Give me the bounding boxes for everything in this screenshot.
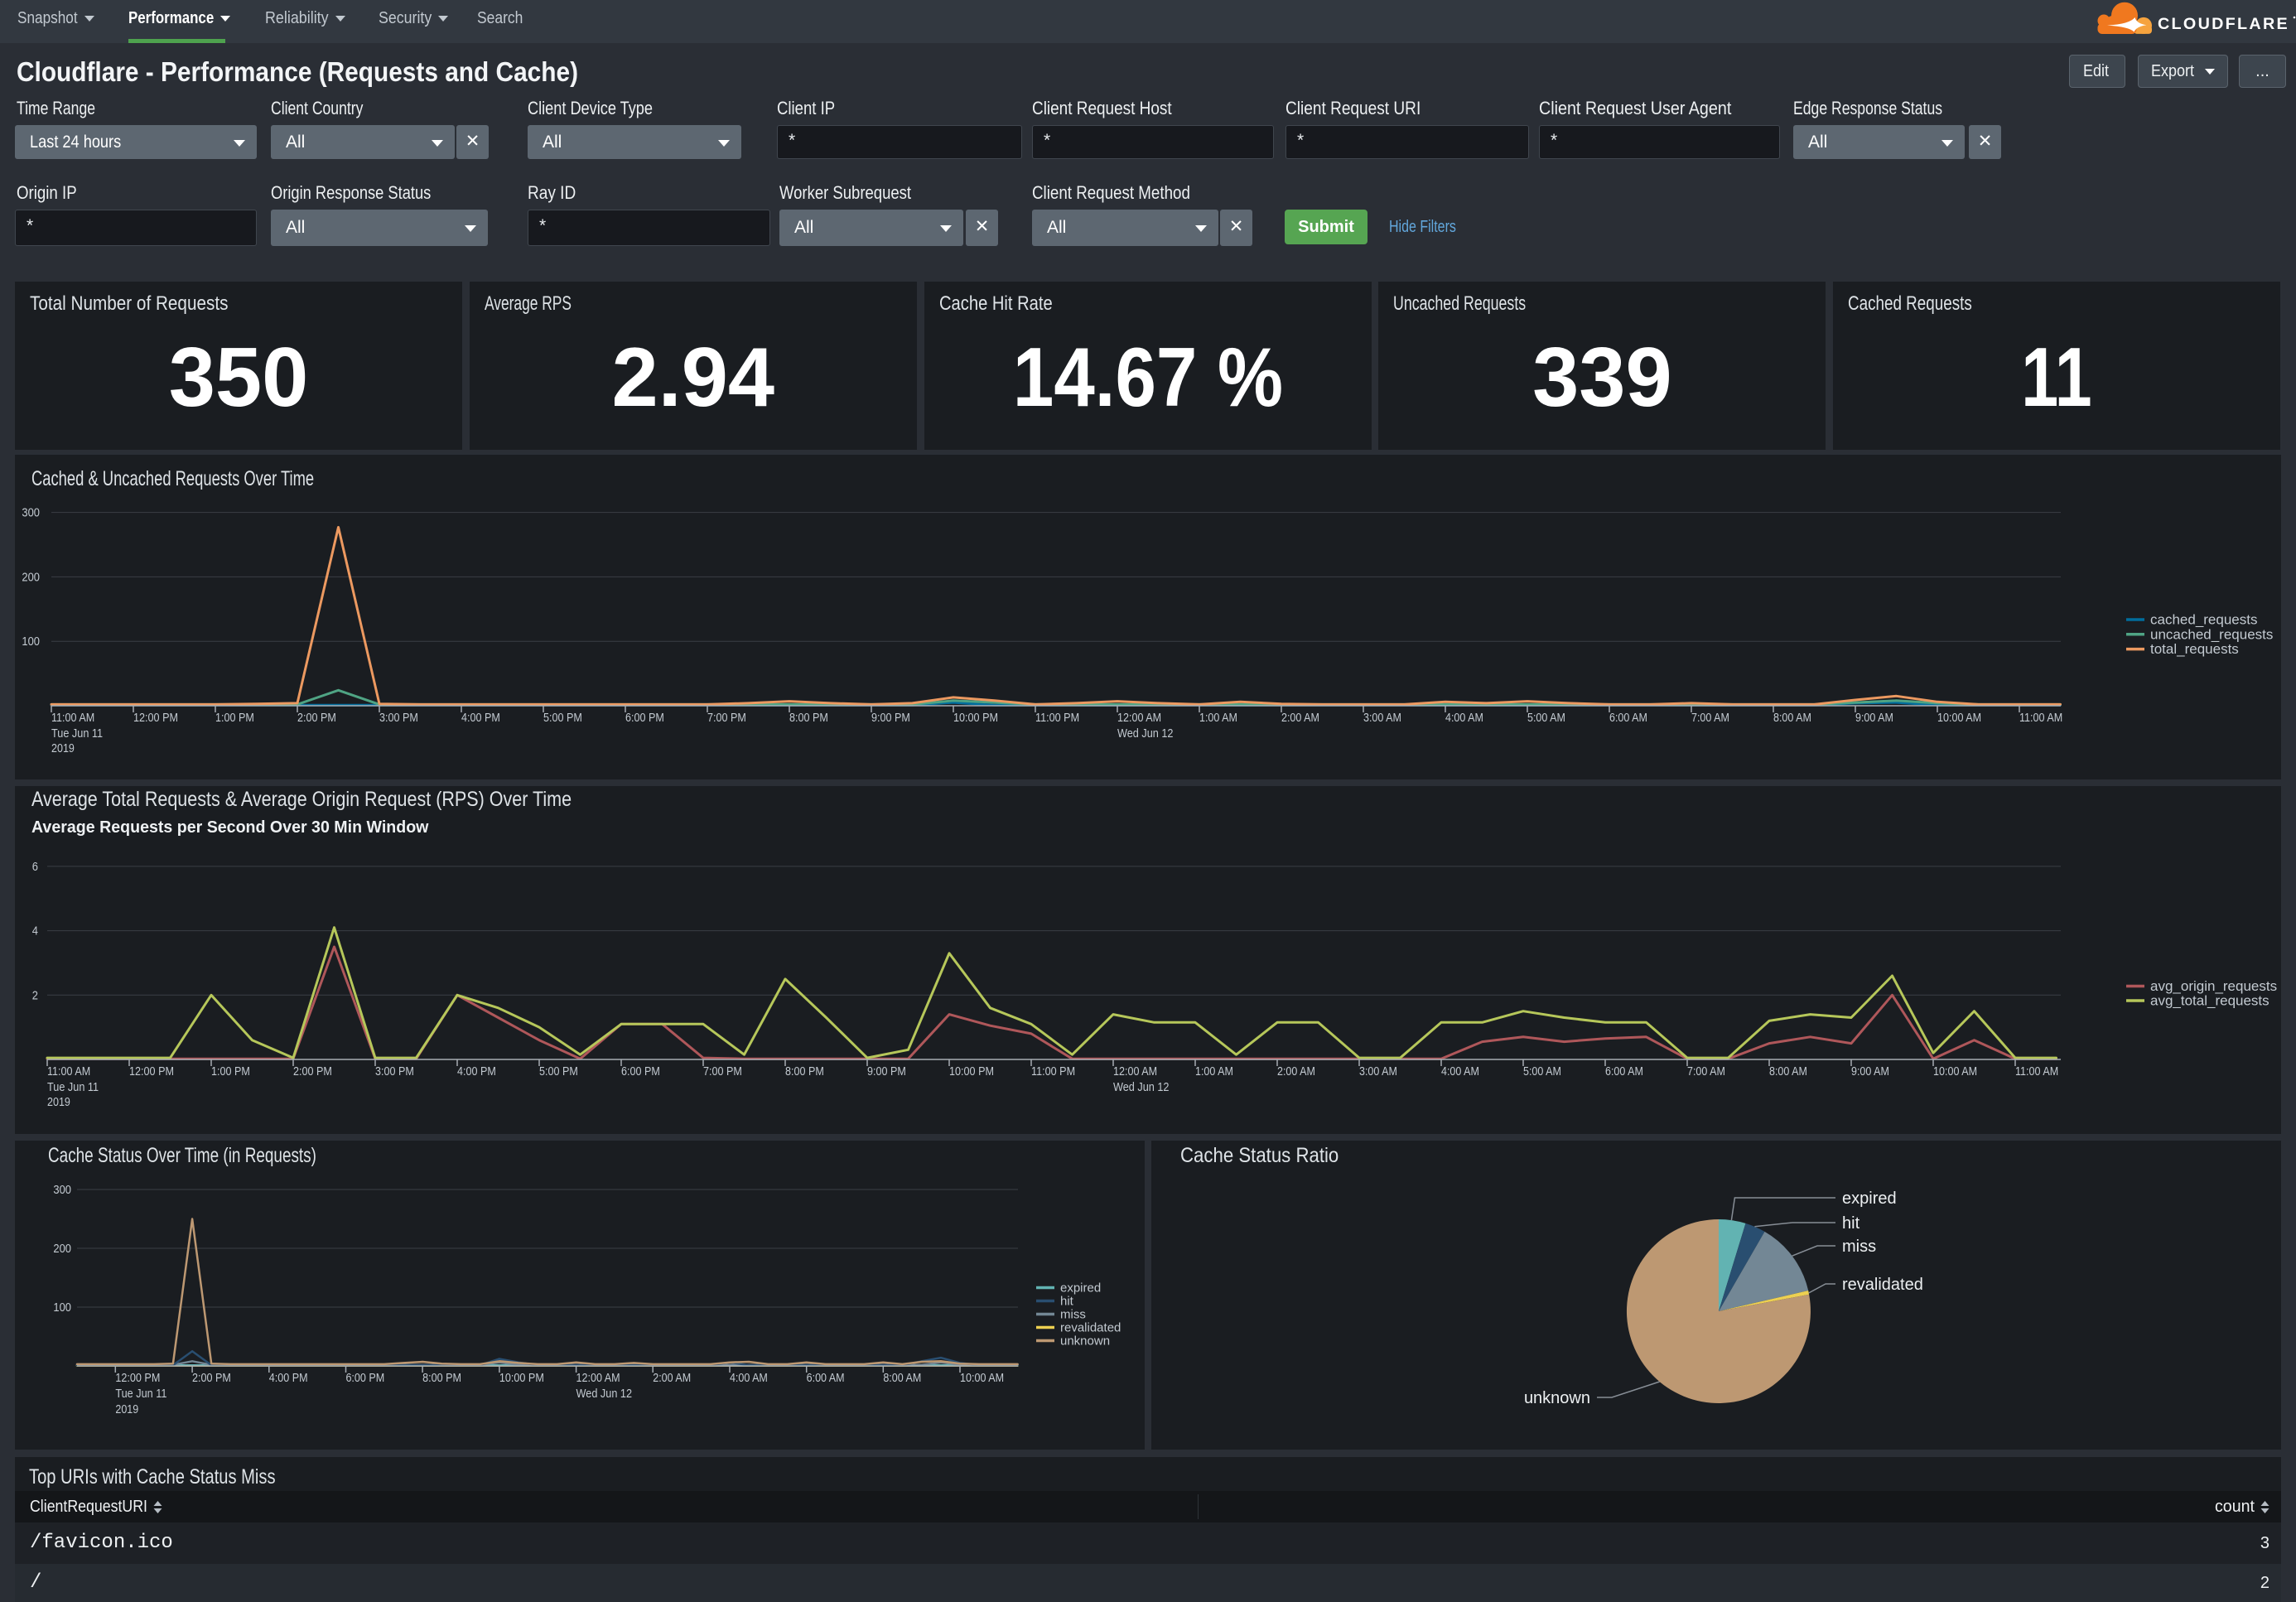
svg-text:5:00 AM: 5:00 AM [1527, 712, 1565, 725]
svg-text:8:00 AM: 8:00 AM [1773, 712, 1811, 725]
svg-text:6:00 AM: 6:00 AM [807, 1372, 845, 1385]
svg-text:cached_requests: cached_requests [2150, 612, 2257, 628]
svg-text:300: 300 [53, 1184, 71, 1197]
svg-text:6:00 PM: 6:00 PM [621, 1065, 660, 1078]
svg-text:10:00 PM: 10:00 PM [499, 1372, 544, 1385]
svg-text:1:00 PM: 1:00 PM [211, 1065, 250, 1078]
svg-text:miss: miss [1060, 1308, 1086, 1322]
svg-text:12:00 AM: 12:00 AM [1113, 1065, 1157, 1078]
svg-text:2:00 AM: 2:00 AM [1277, 1065, 1315, 1078]
svg-text:12:00 PM: 12:00 PM [129, 1065, 174, 1078]
svg-text:8:00 PM: 8:00 PM [785, 1065, 824, 1078]
svg-text:8:00 AM: 8:00 AM [1769, 1065, 1807, 1078]
svg-text:6:00 PM: 6:00 PM [625, 712, 664, 725]
svg-text:200: 200 [22, 571, 40, 584]
svg-text:6:00 AM: 6:00 AM [1609, 712, 1647, 725]
svg-text:2:00 PM: 2:00 PM [293, 1065, 332, 1078]
svg-text:Wed Jun 12: Wed Jun 12 [1113, 1081, 1170, 1094]
svg-text:4:00 AM: 4:00 AM [1445, 712, 1483, 725]
svg-text:hit: hit [1842, 1214, 1860, 1233]
svg-text:3:00 AM: 3:00 AM [1359, 1065, 1397, 1078]
svg-text:7:00 PM: 7:00 PM [707, 712, 746, 725]
svg-text:9:00 AM: 9:00 AM [1851, 1065, 1889, 1078]
svg-text:Tue Jun 11: Tue Jun 11 [51, 727, 103, 741]
svg-text:12:00 AM: 12:00 AM [1117, 712, 1161, 725]
svg-text:expired: expired [1060, 1281, 1101, 1296]
svg-text:2: 2 [32, 989, 38, 1002]
svg-text:1:00 AM: 1:00 AM [1199, 712, 1237, 725]
svg-text:4: 4 [32, 925, 38, 939]
svg-text:7:00 AM: 7:00 AM [1687, 1065, 1725, 1078]
svg-text:5:00 PM: 5:00 PM [543, 712, 582, 725]
svg-text:11:00 PM: 11:00 PM [1031, 1065, 1075, 1078]
svg-text:11:00 AM: 11:00 AM [2019, 712, 2062, 725]
svg-text:12:00 AM: 12:00 AM [576, 1372, 620, 1385]
svg-text:10:00 AM: 10:00 AM [1933, 1065, 1977, 1078]
svg-text:10:00 AM: 10:00 AM [1937, 712, 1981, 725]
svg-text:4:00 PM: 4:00 PM [457, 1065, 496, 1078]
svg-text:100: 100 [53, 1301, 71, 1315]
svg-text:8:00 PM: 8:00 PM [789, 712, 828, 725]
svg-text:2019: 2019 [115, 1403, 138, 1416]
svg-text:CLOUDFLARE: CLOUDFLARE [2158, 16, 2289, 33]
svg-text:2019: 2019 [51, 742, 75, 755]
svg-text:4:00 AM: 4:00 AM [1441, 1065, 1479, 1078]
svg-text:6: 6 [32, 861, 38, 874]
svg-text:7:00 AM: 7:00 AM [1691, 712, 1729, 725]
svg-text:2:00 PM: 2:00 PM [297, 712, 336, 725]
svg-text:200: 200 [53, 1243, 71, 1256]
svg-text:9:00 PM: 9:00 PM [867, 1065, 906, 1078]
svg-text:8:00 AM: 8:00 AM [883, 1372, 921, 1385]
svg-text:revalidated: revalidated [1060, 1321, 1121, 1335]
svg-text:2:00 AM: 2:00 AM [653, 1372, 691, 1385]
svg-text:9:00 PM: 9:00 PM [871, 712, 910, 725]
svg-text:12:00 PM: 12:00 PM [133, 712, 178, 725]
svg-text:3:00 PM: 3:00 PM [379, 712, 418, 725]
svg-text:11:00 PM: 11:00 PM [1035, 712, 1079, 725]
svg-text:4:00 PM: 4:00 PM [269, 1372, 308, 1385]
svg-text:Wed Jun 12: Wed Jun 12 [576, 1387, 633, 1401]
svg-text:2:00 PM: 2:00 PM [192, 1372, 231, 1385]
svg-text:3:00 PM: 3:00 PM [375, 1065, 414, 1078]
svg-text:3:00 AM: 3:00 AM [1363, 712, 1401, 725]
svg-text:revalidated: revalidated [1842, 1276, 1923, 1294]
svg-text:2019: 2019 [47, 1096, 70, 1109]
svg-text:10:00 PM: 10:00 PM [953, 712, 998, 725]
svg-text:4:00 AM: 4:00 AM [730, 1372, 768, 1385]
svg-text:100: 100 [22, 635, 40, 649]
svg-text:avg_total_requests: avg_total_requests [2150, 993, 2269, 1009]
svg-text:2:00 AM: 2:00 AM [1281, 712, 1319, 725]
svg-text:1:00 PM: 1:00 PM [215, 712, 254, 725]
svg-text:uncached_requests: uncached_requests [2150, 626, 2273, 642]
svg-text:7:00 PM: 7:00 PM [703, 1065, 742, 1078]
svg-text:Tue Jun 11: Tue Jun 11 [47, 1081, 99, 1094]
svg-text:5:00 PM: 5:00 PM [539, 1065, 578, 1078]
svg-text:10:00 PM: 10:00 PM [949, 1065, 994, 1078]
svg-text:miss: miss [1842, 1238, 1876, 1256]
svg-text:unknown: unknown [1524, 1389, 1590, 1407]
svg-text:9:00 AM: 9:00 AM [1855, 712, 1893, 725]
svg-text:4:00 PM: 4:00 PM [461, 712, 500, 725]
svg-text:5:00 AM: 5:00 AM [1523, 1065, 1561, 1078]
svg-text:6:00 PM: 6:00 PM [345, 1372, 384, 1385]
svg-text:8:00 PM: 8:00 PM [422, 1372, 461, 1385]
svg-text:total_requests: total_requests [2150, 641, 2239, 657]
svg-text:avg_origin_requests: avg_origin_requests [2150, 978, 2277, 994]
svg-text:11:00 AM: 11:00 AM [51, 712, 94, 725]
svg-text:300: 300 [22, 507, 40, 520]
svg-text:11:00 AM: 11:00 AM [47, 1065, 90, 1078]
svg-text:12:00 PM: 12:00 PM [115, 1372, 160, 1385]
svg-text:Wed Jun 12: Wed Jun 12 [1117, 727, 1174, 741]
svg-text:6:00 AM: 6:00 AM [1605, 1065, 1643, 1078]
svg-text:hit: hit [1060, 1295, 1074, 1309]
svg-text:11:00 AM: 11:00 AM [2015, 1065, 2058, 1078]
svg-text:1:00 AM: 1:00 AM [1195, 1065, 1233, 1078]
svg-text:10:00 AM: 10:00 AM [960, 1372, 1004, 1385]
svg-text:unknown: unknown [1060, 1334, 1110, 1349]
svg-text:Tue Jun 11: Tue Jun 11 [115, 1387, 166, 1401]
svg-text:expired: expired [1842, 1189, 1897, 1208]
